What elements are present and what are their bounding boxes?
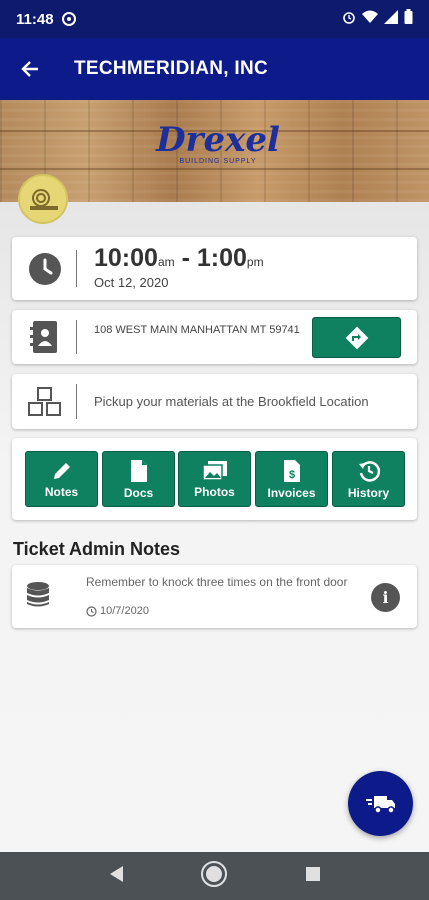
delivery-truck-icon [365, 795, 395, 814]
schedule-date: Oct 12, 2020 [94, 275, 169, 290]
time-range: 10:00am - 1:00pm [94, 244, 264, 273]
nav-recents-button[interactable] [305, 866, 321, 887]
notes-label: Notes [44, 484, 79, 499]
info-button[interactable]: i [371, 583, 400, 612]
avatar [18, 174, 68, 224]
admin-note-date-value: 10/7/2020 [100, 605, 149, 617]
nav-back-button[interactable] [108, 865, 124, 888]
logo-text: Drexel [156, 120, 280, 160]
photos-button[interactable]: Photos [178, 451, 251, 507]
history-label: History [347, 485, 390, 500]
photos-label: Photos [194, 484, 235, 499]
delivery-fab-button[interactable] [348, 771, 413, 836]
invoices-button[interactable]: $ Invoices [255, 451, 328, 507]
contact-book-icon [30, 321, 57, 353]
nav-home-icon [201, 860, 228, 887]
directions-button[interactable] [312, 317, 401, 358]
invoices-label: Invoices [267, 485, 316, 500]
pickup-card: Pickup your materials at the Brookfield … [12, 374, 417, 429]
sync-icon [61, 12, 76, 26]
system-nav-bar [0, 852, 429, 900]
company-logo: Drexel BUILDING SUPPLY [148, 118, 288, 178]
directions-icon [345, 326, 368, 349]
start-suffix: am [157, 255, 175, 269]
history-icon [358, 460, 380, 482]
pencil-icon [53, 462, 70, 479]
pickup-text: Pickup your materials at the Brookfield … [94, 394, 369, 409]
start-time: 10:00 [94, 244, 158, 272]
boxes-icon [28, 386, 61, 416]
end-suffix: pm [246, 255, 264, 269]
photos-icon [201, 460, 227, 481]
info-icon: i [382, 588, 389, 607]
history-button[interactable]: History [332, 451, 405, 507]
notes-button[interactable]: Notes [25, 451, 98, 507]
battery-icon [404, 9, 413, 29]
docs-label: Docs [123, 485, 154, 500]
address-card: 108 WEST MAIN MANHATTAN MT 59741 [12, 310, 417, 364]
clock-small-icon [86, 605, 97, 617]
actions-card: Notes Docs Photos $ Invoices History [12, 438, 417, 520]
database-icon [26, 582, 50, 613]
address-text: 108 WEST MAIN MANHATTAN MT 59741 [94, 324, 300, 336]
material-roll-icon [30, 189, 58, 210]
nav-recents-icon [305, 866, 320, 881]
admin-note-date: 10/7/2020 [86, 605, 149, 617]
signal-icon [384, 9, 398, 29]
svg-text:$: $ [288, 469, 294, 481]
status-time: 11:48 [16, 10, 54, 28]
app-bar: TECHMERIDIAN, INC [0, 38, 429, 100]
document-icon [130, 459, 147, 482]
wifi-icon [362, 10, 378, 29]
schedule-card: 10:00am - 1:00pm Oct 12, 2020 [12, 237, 417, 300]
clock-icon [29, 252, 61, 285]
arrow-back-icon [21, 61, 38, 77]
end-time: 1:00 [196, 244, 247, 272]
docs-button[interactable]: Docs [102, 451, 175, 507]
status-bar: 11:48 [0, 0, 429, 38]
alarm-icon [342, 10, 356, 29]
admin-note-text: Remember to knock three times on the fro… [86, 575, 348, 589]
admin-notes-heading: Ticket Admin Notes [13, 539, 181, 559]
nav-home-button[interactable] [200, 860, 228, 893]
admin-note-card: Remember to knock three times on the fro… [12, 565, 417, 628]
page-title: TECHMERIDIAN, INC [74, 58, 269, 79]
back-button[interactable] [0, 38, 60, 100]
time-separator: - [174, 244, 197, 272]
nav-back-icon [110, 865, 124, 882]
invoice-icon: $ [283, 459, 300, 482]
status-icons [342, 9, 413, 29]
